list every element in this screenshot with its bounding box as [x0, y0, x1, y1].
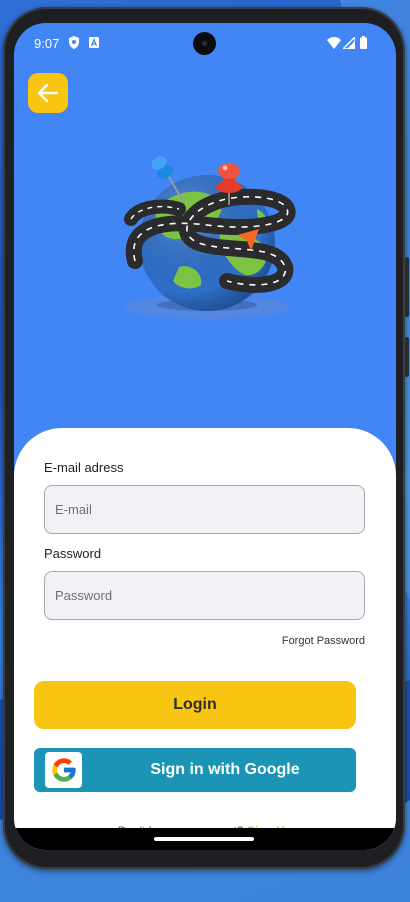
- password-label: Password: [44, 546, 102, 561]
- password-field[interactable]: [44, 571, 365, 620]
- cell-signal-icon: [343, 37, 355, 49]
- wifi-icon: [327, 37, 341, 49]
- email-field[interactable]: [44, 485, 365, 534]
- app-screen: 9:07 E-mail adress E-mail Password Forgo…: [14, 23, 396, 850]
- home-indicator[interactable]: [154, 837, 254, 841]
- login-button[interactable]: Login: [34, 681, 356, 729]
- google-logo-container: [45, 752, 82, 788]
- email-label: E-mail adress: [44, 460, 124, 475]
- globe-illustration: [124, 156, 296, 319]
- google-logo-icon: [51, 758, 76, 782]
- battery-icon: [360, 36, 367, 49]
- google-signin-label: Sign in with Google: [150, 761, 300, 778]
- system-nav-bar: [14, 828, 396, 850]
- status-bar: 9:07: [14, 23, 396, 63]
- forgot-password-link[interactable]: Forgot Password: [282, 635, 365, 647]
- volume-button: [405, 257, 409, 317]
- login-card: E-mail adress Password Forgot Password L…: [14, 428, 396, 850]
- google-signin-button[interactable]: Sign in with Google: [34, 748, 356, 792]
- back-button[interactable]: [28, 73, 68, 113]
- status-time: 9:07: [34, 36, 60, 51]
- a-badge-icon: [89, 37, 99, 48]
- power-button: [405, 337, 409, 377]
- front-camera: [193, 32, 216, 55]
- arrow-left-icon: [38, 84, 58, 102]
- shield-icon: [69, 36, 79, 49]
